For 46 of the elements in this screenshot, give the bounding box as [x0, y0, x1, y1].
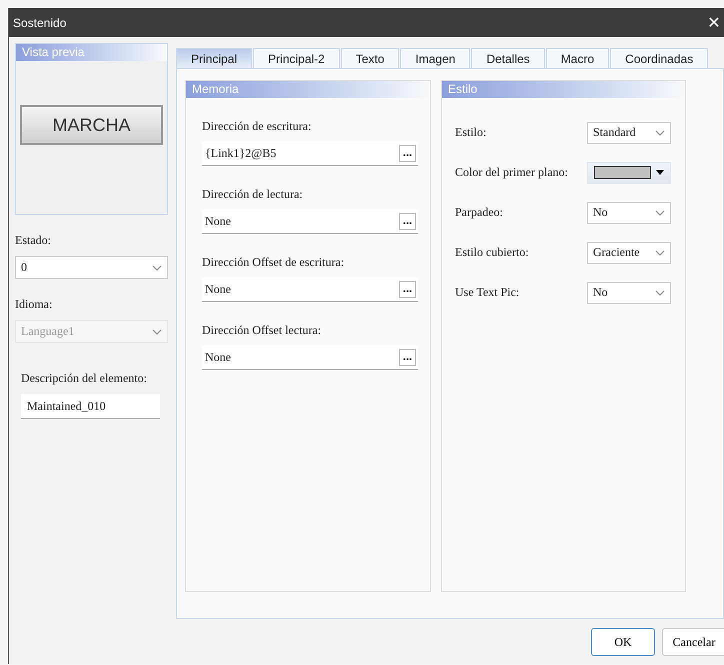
field-label: Dirección de lectura: [202, 187, 304, 202]
window-title: Sostenido [12, 16, 66, 30]
chevron-icon [655, 130, 665, 136]
field-label: Estado: [15, 233, 52, 248]
tab[interactable]: Principal-2 [253, 48, 340, 68]
field-label: Descripción del elemento: [21, 371, 148, 386]
tab[interactable]: Detalles [471, 48, 545, 68]
address-field[interactable]: None ... [202, 209, 418, 234]
close-button[interactable]: ✕ [707, 13, 721, 32]
dropdown[interactable]: 0 [15, 256, 168, 279]
dropdown-arrow-icon [656, 170, 664, 175]
field-label: Estilo cubierto: [455, 245, 529, 260]
chevron-icon [152, 264, 162, 270]
tab[interactable]: Texto [340, 48, 400, 68]
color-picker[interactable] [587, 162, 671, 184]
preview-title: Vista previa [16, 44, 167, 61]
dialog-button[interactable]: Cancelar [662, 628, 724, 656]
chevron-icon [152, 328, 162, 334]
chevron-icon [655, 290, 665, 296]
browse-button[interactable]: ... [399, 212, 416, 230]
address-field[interactable]: {Link1}2@B5 ... [202, 141, 418, 166]
field-label: Estilo: [455, 125, 486, 140]
field-label: Dirección Offset de escritura: [202, 255, 346, 270]
tab[interactable]: Macro [546, 48, 610, 68]
browse-button[interactable]: ... [399, 348, 416, 366]
chevron-icon [655, 210, 665, 216]
address-field[interactable]: None ... [202, 345, 418, 370]
chevron-icon [655, 250, 665, 256]
field-label: Dirección Offset lectura: [202, 323, 322, 338]
address-field[interactable]: None ... [202, 277, 418, 302]
tab[interactable]: Coordinadas [610, 48, 708, 68]
dropdown[interactable]: No [587, 202, 671, 224]
field-label: Parpadeo: [455, 205, 503, 220]
dropdown[interactable]: Graciente [587, 242, 671, 264]
browse-button[interactable]: ... [399, 280, 416, 298]
field-label: Color del primer plano: [455, 165, 568, 180]
field-label: Idioma: [15, 297, 54, 312]
text-field[interactable]: Maintained_010 [21, 394, 160, 419]
browse-button[interactable]: ... [399, 144, 416, 162]
field-label: Use Text Pic: [455, 285, 520, 300]
dropdown[interactable]: No [587, 282, 671, 304]
dropdown[interactable]: Standard [587, 122, 671, 144]
field-label: Dirección de escritura: [202, 119, 312, 134]
dialog-button[interactable]: OK [591, 628, 655, 656]
tab[interactable]: Imagen [400, 48, 470, 68]
tab[interactable]: Principal [176, 48, 252, 68]
